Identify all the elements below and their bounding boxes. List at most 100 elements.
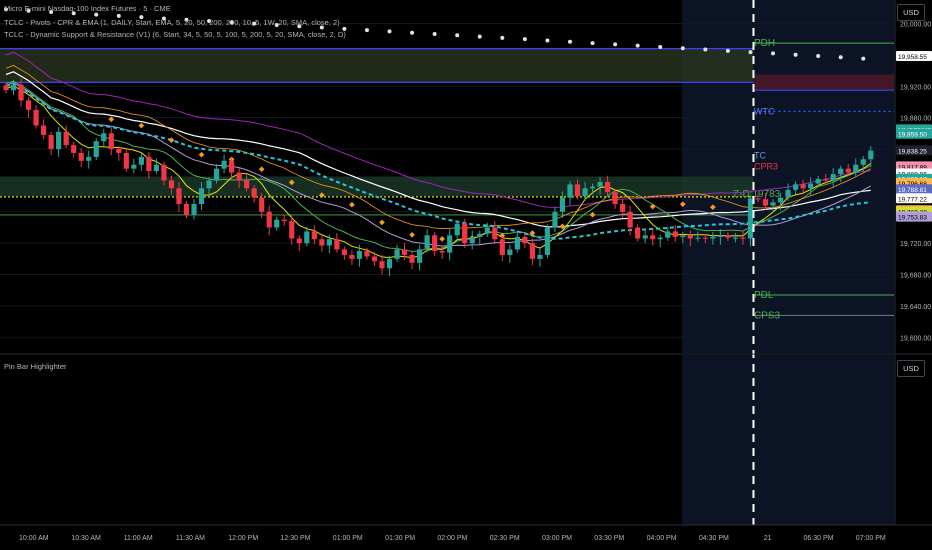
white-dot-marker — [432, 32, 437, 37]
white-dot-marker — [364, 28, 369, 33]
candle-body — [116, 149, 122, 153]
white-dot-marker — [861, 56, 866, 61]
candle-body — [33, 109, 39, 126]
candle-body — [417, 249, 423, 263]
y-tick-label: 19,600.00 — [900, 335, 931, 342]
white-dot-marker — [703, 47, 708, 52]
candle-body — [597, 181, 603, 187]
candle-body — [469, 236, 475, 244]
candle-body — [56, 131, 62, 150]
candle-body — [710, 236, 716, 239]
candle-body — [101, 133, 107, 142]
candle-body — [251, 188, 257, 198]
candle-body — [123, 152, 129, 169]
candle-body — [492, 227, 498, 240]
y-tick-label: 19,720.00 — [900, 241, 931, 248]
price-label: 19,838.25 — [898, 148, 927, 155]
candle-body — [830, 174, 836, 181]
candle-body — [289, 221, 295, 239]
level-label: PDL — [754, 290, 774, 301]
candle-body — [680, 235, 686, 237]
candle-body — [424, 235, 430, 250]
candle-body — [860, 159, 866, 165]
candle-body — [334, 239, 340, 250]
candle-body — [86, 156, 92, 161]
candle-body — [589, 186, 596, 189]
price-label: 19,777.22 — [898, 196, 927, 203]
candle-body — [131, 164, 137, 169]
candle-body — [514, 236, 520, 250]
white-dot-marker — [568, 39, 572, 44]
candle-body — [266, 211, 272, 228]
lower-pane-currency-button[interactable]: USD — [897, 360, 925, 377]
candle-body — [341, 249, 347, 255]
candle-body — [198, 188, 205, 204]
y-tick-label: 19,680.00 — [900, 273, 931, 280]
x-tick-label: 10:00 AM — [19, 535, 49, 542]
candle-body — [364, 251, 370, 257]
x-tick-label: 12:00 PM — [228, 535, 258, 542]
candle-body — [785, 189, 791, 198]
candle-body — [108, 133, 114, 150]
candle-body — [3, 85, 9, 91]
candle-body — [740, 237, 746, 239]
candle-body — [168, 180, 175, 189]
white-dot-marker — [410, 30, 415, 35]
candle-body — [326, 239, 332, 246]
white-dot-marker — [771, 51, 776, 56]
candle-body — [800, 184, 806, 189]
candle-body — [762, 199, 769, 206]
candle-body — [868, 150, 874, 160]
candle-body — [206, 180, 212, 189]
white-dot-marker — [816, 54, 821, 59]
candle-body — [552, 211, 558, 228]
resistance-zone — [0, 48, 754, 83]
white-dot-marker — [838, 55, 843, 60]
candle-body — [567, 184, 573, 198]
candle-body — [620, 203, 626, 212]
white-dot-marker — [545, 38, 550, 43]
candle-body — [319, 239, 325, 246]
cpr-zone — [0, 176, 754, 197]
x-tick-label: 04:00 PM — [647, 535, 677, 542]
candle-body — [672, 231, 678, 237]
candle-body — [605, 181, 611, 193]
y-tick-label: 19,640.00 — [900, 304, 931, 311]
candle-body — [138, 156, 144, 165]
candle-body — [18, 84, 24, 101]
candle-body — [845, 168, 851, 173]
price-label: 19,788.81 — [898, 187, 927, 194]
candle-body — [499, 239, 505, 255]
candle-body — [394, 249, 400, 259]
x-tick-label: 07:00 PM — [856, 535, 886, 542]
candle-body — [176, 188, 182, 204]
y-tick-label: 19,880.00 — [900, 116, 931, 123]
candle-body — [432, 235, 438, 252]
x-tick-label: 04:30 PM — [699, 535, 729, 542]
candle-body — [259, 197, 265, 212]
candle-body — [732, 237, 739, 239]
candle-body — [386, 258, 393, 269]
white-dot-marker — [658, 44, 663, 49]
candle-body — [191, 203, 197, 215]
candle-body — [702, 237, 708, 239]
candle-body — [755, 198, 761, 200]
candle-body — [612, 192, 618, 204]
white-dot-marker — [477, 34, 482, 39]
chart-canvas[interactable]: PDHWTCTCCPR3Z-D:19783PDLCPS320,000.0019,… — [0, 0, 932, 550]
candle-body — [559, 197, 566, 212]
candle-body — [48, 134, 54, 150]
legend-symbol: Micro E-mini Nasdaq-100 Index Futures · … — [4, 4, 171, 13]
candle-body — [770, 202, 776, 206]
candle-body — [695, 237, 701, 239]
candle-body — [777, 197, 784, 203]
x-tick-label: 03:00 PM — [542, 535, 572, 542]
white-dot-marker — [590, 41, 595, 46]
price-label: 19,753.83 — [898, 215, 927, 222]
x-tick-label: 11:30 AM — [176, 535, 205, 542]
currency-button[interactable]: USD — [897, 4, 925, 21]
candle-body — [78, 152, 84, 161]
candle-body — [356, 251, 363, 259]
level-label: PDH — [754, 38, 775, 49]
price-label: 19,958.55 — [898, 54, 927, 61]
